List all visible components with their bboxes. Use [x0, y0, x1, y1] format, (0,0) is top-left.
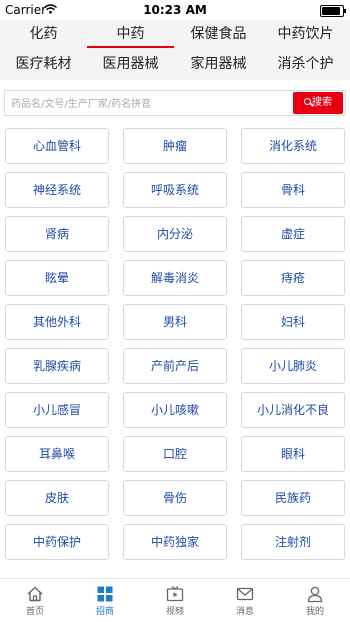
search-button-label: 搜索 — [312, 97, 332, 108]
subcategory-button[interactable]: 妇科 — [241, 304, 345, 340]
bottom-tab-bar: 首页 招商 视频 消息 我的 — [0, 578, 350, 621]
subcategory-button[interactable]: 骨科 — [241, 172, 345, 208]
mail-icon — [236, 587, 254, 601]
tab-label: 首页 — [25, 607, 44, 617]
subcategory-button[interactable]: 中药保护 — [5, 524, 109, 560]
subcategory-button[interactable]: 消化系统 — [241, 128, 345, 164]
subcategory-button[interactable]: 内分泌 — [123, 216, 227, 252]
subcategory-button[interactable]: 小儿感冒 — [5, 392, 109, 428]
user-icon — [307, 586, 323, 603]
status-time: 10:23 AM — [143, 3, 207, 17]
home-icon — [27, 586, 43, 602]
category-tab[interactable]: 化药 — [0, 20, 87, 50]
subcategory-button[interactable]: 小儿咳嗽 — [123, 392, 227, 428]
subcategory-button[interactable]: 其他外科 — [5, 304, 109, 340]
tab-home[interactable]: 首页 — [0, 579, 70, 622]
subcategory-button[interactable]: 男科 — [123, 304, 227, 340]
tab-label: 视频 — [165, 607, 184, 617]
category-tab-active[interactable]: 中药 — [87, 20, 174, 50]
category-tab[interactable]: 医用器械 — [87, 50, 174, 80]
subcategory-button[interactable]: 解毒消炎 — [123, 260, 227, 296]
tab-label: 招商 — [95, 607, 114, 617]
category-tab[interactable]: 家用器械 — [175, 50, 262, 80]
tab-profile[interactable]: 我的 — [280, 579, 350, 622]
tab-video[interactable]: 视频 — [140, 579, 210, 622]
subcategory-button[interactable]: 耳鼻喉 — [5, 436, 109, 472]
subcategory-button[interactable]: 小儿肺炎 — [241, 348, 345, 384]
subcategory-button[interactable]: 骨伤 — [123, 480, 227, 516]
subcategory-button[interactable]: 眩晕 — [5, 260, 109, 296]
search-bar: 搜索 — [4, 90, 346, 117]
subcategory-button[interactable]: 呼吸系统 — [123, 172, 227, 208]
subcategory-button[interactable]: 口腔 — [123, 436, 227, 472]
subcategory-button[interactable]: 虚症 — [241, 216, 345, 252]
category-tab[interactable]: 中药饮片 — [262, 20, 349, 50]
category-tab[interactable]: 消杀个护 — [262, 50, 349, 80]
battery-icon — [320, 5, 346, 17]
subcategory-button[interactable]: 乳腺疾病 — [5, 348, 109, 384]
subcategory-button[interactable]: 神经系统 — [5, 172, 109, 208]
subcategory-button[interactable]: 产前产后 — [123, 348, 227, 384]
tab-label: 我的 — [305, 607, 324, 617]
category-tab[interactable]: 保健食品 — [175, 20, 262, 50]
search-icon — [304, 98, 311, 105]
grid-icon — [97, 586, 113, 602]
category-tab[interactable]: 医疗耗材 — [0, 50, 87, 80]
tab-business[interactable]: 招商 — [70, 579, 140, 622]
video-icon — [166, 586, 184, 602]
subcategory-button[interactable]: 民族药 — [241, 480, 345, 516]
subcategory-button[interactable]: 眼科 — [241, 436, 345, 472]
search-button[interactable]: 搜索 — [293, 92, 343, 114]
tab-messages[interactable]: 消息 — [210, 579, 280, 622]
subcategory-button[interactable]: 小儿消化不良 — [241, 392, 345, 428]
subcategory-button[interactable]: 肿瘤 — [123, 128, 227, 164]
status-bar: Carrier 10:23 AM — [0, 0, 350, 20]
subcategory-button[interactable]: 痔疮 — [241, 260, 345, 296]
subcategory-button[interactable]: 注射剂 — [241, 524, 345, 560]
search-input[interactable] — [9, 91, 293, 117]
subcategory-button[interactable]: 心血管科 — [5, 128, 109, 164]
subcategory-button[interactable]: 中药独家 — [123, 524, 227, 560]
subcategory-button[interactable]: 肾病 — [5, 216, 109, 252]
tab-label: 消息 — [235, 607, 254, 617]
category-grid: 化药 中药 保健食品 中药饮片 医疗耗材 医用器械 家用器械 消杀个护 — [0, 20, 350, 80]
subcategory-button[interactable]: 皮肤 — [5, 480, 109, 516]
